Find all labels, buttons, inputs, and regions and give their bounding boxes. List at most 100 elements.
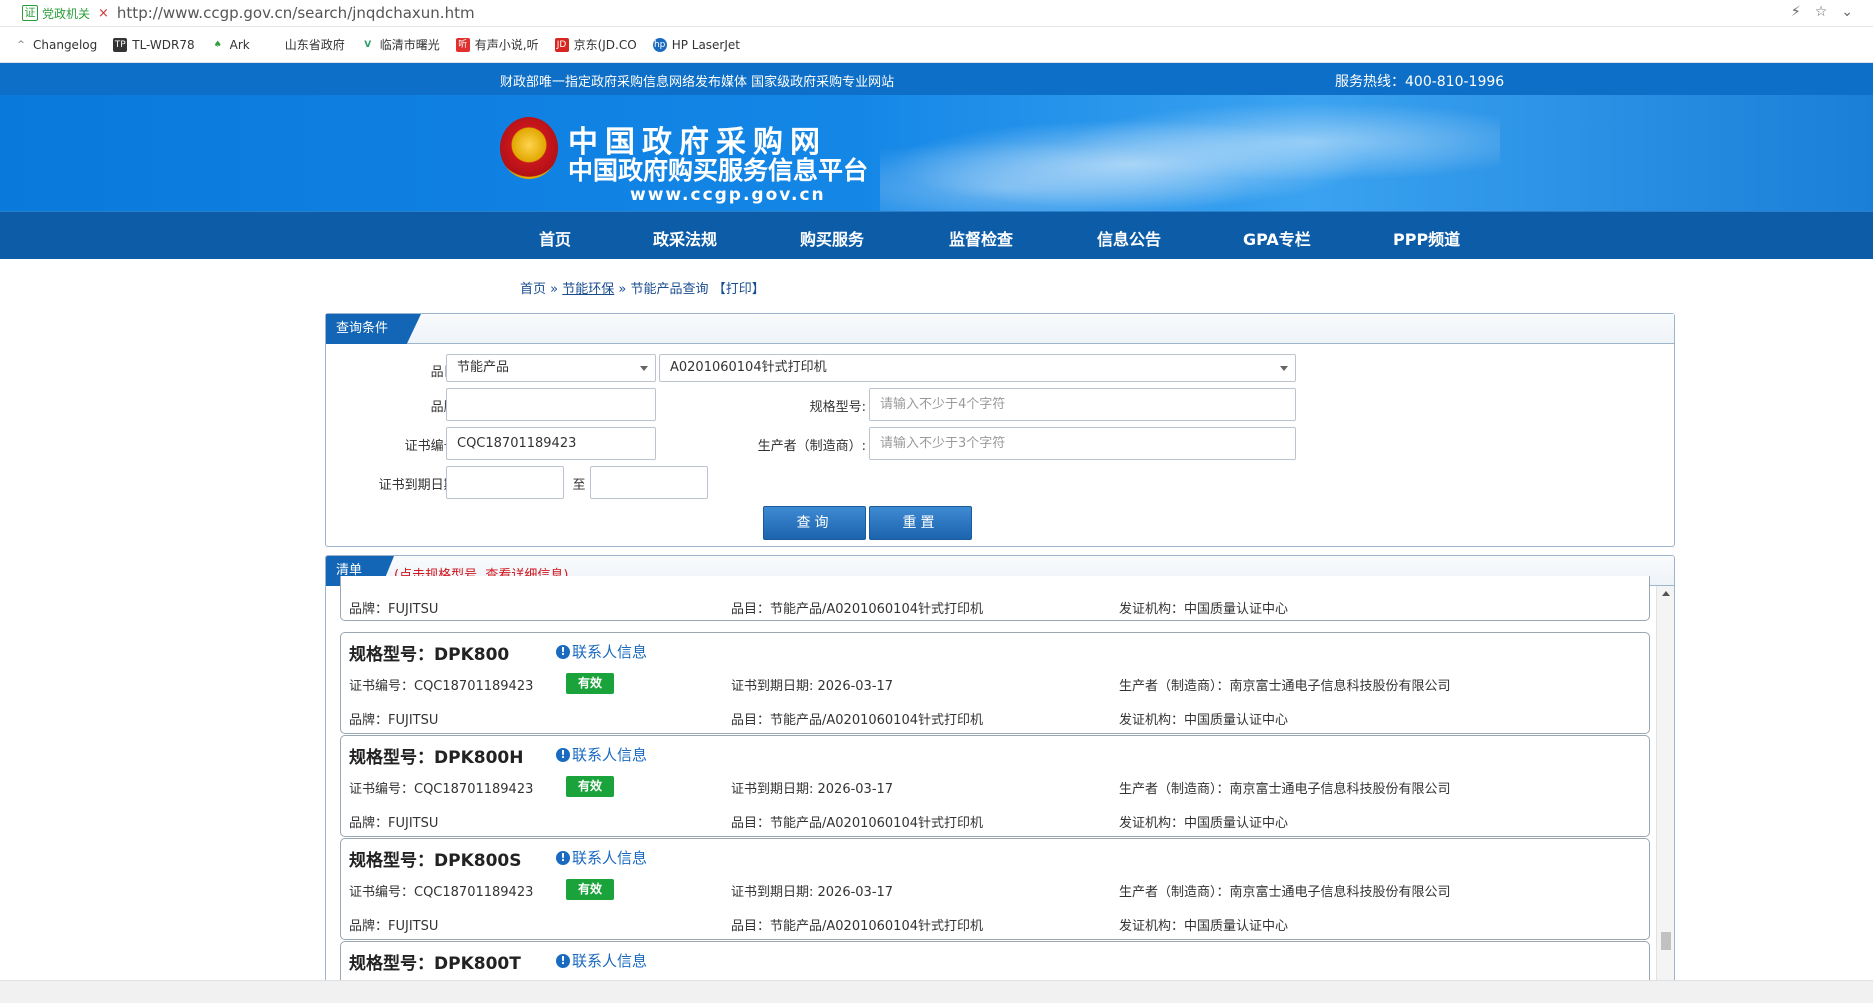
card-expiry: 证书到期日期: 2026-03-17 <box>731 782 894 797</box>
results-panel: 清单 (点击规格型号, 查看详细信息) 品牌：FUJITSU 品目：节能产品/A… <box>325 555 1675 1003</box>
card-issuer: 发证机构：中国质量认证中心 <box>1119 919 1289 934</box>
manufacturer-input[interactable]: 请输入不少于3个字符 <box>869 427 1296 460</box>
bookmark-label: 山东省政府 <box>284 38 345 52</box>
bookmark-label: 临清市曙光 <box>379 38 440 52</box>
service-hotline: 服务热线：400-810-1996 <box>1335 74 1505 90</box>
expiry-date-from-input[interactable] <box>446 466 564 499</box>
insecure-connection-icon[interactable]: × <box>98 6 109 21</box>
contact-info-link[interactable]: ! 联系人信息 <box>556 641 647 662</box>
query-conditions-tab: 查询条件 <box>326 314 421 344</box>
breadcrumb: 首页 » 节能环保 » 节能产品查询 【打印】 <box>520 278 765 297</box>
card-manufacturer: 生产者（制造商）：南京富士通电子信息科技股份有限公司 <box>1119 782 1451 797</box>
nav-ppp[interactable]: PPP频道 <box>1393 226 1460 250</box>
category-select[interactable]: 节能产品 <box>446 354 656 382</box>
gov-site-badge-label: 党政机关 <box>42 6 91 21</box>
bookmark-star-icon[interactable]: ☆ <box>1815 4 1828 20</box>
bookmark-hp[interactable]: hp HP LaserJet <box>652 37 740 52</box>
expiry-date-separator: 至 <box>572 478 586 493</box>
bookmark-label: 京东(JD.CO <box>573 38 637 52</box>
card-category: 品目：节能产品/A0201060104针式打印机 <box>731 919 983 934</box>
status-badge: 有效 <box>566 776 614 797</box>
query-panel: 查询条件 品目: 节能产品 A0201060104针式打印机 品牌: 规格型号:… <box>325 313 1675 547</box>
scroll-thumb[interactable] <box>1661 932 1671 950</box>
bookmark-linqing[interactable]: V 临清市曙光 <box>361 36 440 53</box>
status-badge: 有效 <box>566 673 614 694</box>
card-cert-number: 证书编号：CQC18701189423 <box>349 782 534 797</box>
print-link[interactable]: 【打印】 <box>713 282 765 297</box>
contact-info-link[interactable]: ! 联系人信息 <box>556 950 647 971</box>
bookmark-label: 有声小说,听 <box>474 38 539 52</box>
linqing-icon: V <box>364 39 372 50</box>
bookmark-jd[interactable]: JD 京东(JD.CO <box>554 36 637 53</box>
bookmark-label: TL-WDR78 <box>132 37 195 52</box>
model-input[interactable]: 请输入不少于4个字符 <box>869 388 1296 421</box>
card-issuer: 发证机构：中国质量认证中心 <box>1119 602 1289 617</box>
url-field[interactable]: http://www.ccgp.gov.cn/search/jnqdchaxun… <box>117 4 475 22</box>
speed-mode-icon[interactable]: ⚡ <box>1791 4 1801 20</box>
clouds-decoration <box>880 95 1500 211</box>
ark-icon: ♠ <box>213 39 222 50</box>
bookmark-audiobook[interactable]: 听有声小说,听 <box>455 36 539 53</box>
breadcrumb-energy-env[interactable]: 节能环保 <box>562 282 614 297</box>
site-banner: 中国政府采购网 中国政府购买服务信息平台 www.ccgp.gov.cn <box>0 95 1873 211</box>
breadcrumb-separator: » <box>550 282 559 297</box>
subcategory-select[interactable]: A0201060104针式打印机 <box>659 354 1296 382</box>
contact-info-link[interactable]: ! 联系人信息 <box>556 744 647 765</box>
chevron-down-icon[interactable]: ⌄ <box>1841 4 1853 20</box>
scroll-up-icon[interactable] <box>1662 591 1670 596</box>
bookmark-changelog[interactable]: ^ Changelog <box>14 38 97 52</box>
card-model-link[interactable]: 规格型号：DPK800 <box>349 640 509 665</box>
reset-button[interactable]: 重置 <box>869 506 972 540</box>
site-domain: www.ccgp.gov.cn <box>630 185 826 205</box>
nav-gpa[interactable]: GPA专栏 <box>1243 226 1311 250</box>
card-category: 品目：节能产品/A0201060104针式打印机 <box>731 602 983 617</box>
shandong-gov-icon <box>266 38 280 52</box>
manufacturer-label: 生产者（制造商）: <box>757 439 866 454</box>
card-model-link[interactable]: 规格型号：DPK800S <box>349 846 521 871</box>
card-brand: 品牌：FUJITSU <box>349 602 439 617</box>
card-expiry: 证书到期日期: 2026-03-17 <box>731 679 894 694</box>
site-subtitle: 中国政府购买服务信息平台 <box>568 156 869 185</box>
bookmark-shandong-gov[interactable]: 山东省政府 <box>266 36 345 53</box>
nav-regulations[interactable]: 政采法规 <box>653 226 717 250</box>
contact-info-label: 联系人信息 <box>572 849 648 867</box>
cert-number-input[interactable]: CQC18701189423 <box>446 427 656 460</box>
nav-home[interactable]: 首页 <box>539 226 571 250</box>
card-brand: 品牌：FUJITSU <box>349 713 439 728</box>
result-card: 规格型号：DPK800H ! 联系人信息 证书编号：CQC18701189423 … <box>340 735 1650 837</box>
site-top-strip: 财政部唯一指定政府采购信息网络发布媒体 国家级政府采购专业网站 服务热线：400… <box>0 63 1873 95</box>
contact-info-label: 联系人信息 <box>572 746 648 764</box>
browser-status-bar <box>0 980 1873 1003</box>
expiry-date-to-input[interactable] <box>590 466 708 499</box>
changelog-icon: ^ <box>17 39 25 50</box>
model-label: 规格型号: <box>809 400 866 415</box>
status-badge: 有效 <box>566 879 614 900</box>
contact-info-link[interactable]: ! 联系人信息 <box>556 847 647 868</box>
card-cert-number: 证书编号：CQC18701189423 <box>349 885 534 900</box>
results-scrollbar[interactable] <box>1656 586 1674 1002</box>
bookmarks-bar: ^ Changelog TP TL-WDR78 ♠ Ark 山东省政府 V 临清市曙光 … <box>0 27 1873 63</box>
breadcrumb-current: 节能产品查询 <box>630 282 709 297</box>
chevron-down-icon <box>1280 366 1288 371</box>
card-category: 品目：节能产品/A0201060104针式打印机 <box>731 713 983 728</box>
nav-supervision[interactable]: 监督检查 <box>949 226 1013 250</box>
bookmark-tplink[interactable]: TP TL-WDR78 <box>113 37 195 52</box>
tplink-icon: TP <box>113 37 128 52</box>
breadcrumb-home[interactable]: 首页 <box>520 282 546 297</box>
card-model-link[interactable]: 规格型号：DPK800T <box>349 949 521 974</box>
card-manufacturer: 生产者（制造商）：南京富士通电子信息科技股份有限公司 <box>1119 679 1451 694</box>
info-icon: ! <box>556 644 570 659</box>
nav-announcements[interactable]: 信息公告 <box>1097 226 1161 250</box>
contact-info-label: 联系人信息 <box>572 952 648 970</box>
nav-purchase-services[interactable]: 购买服务 <box>800 226 864 250</box>
bookmark-ark[interactable]: ♠ Ark <box>211 38 250 52</box>
result-card: 规格型号：DPK800S ! 联系人信息 证书编号：CQC18701189423 … <box>340 838 1650 940</box>
card-brand: 品牌：FUJITSU <box>349 919 439 934</box>
chevron-down-icon <box>640 366 648 371</box>
brand-input[interactable] <box>446 388 656 421</box>
card-cert-number: 证书编号：CQC18701189423 <box>349 679 534 694</box>
browser-address-bar[interactable]: 证 党政机关 × http://www.ccgp.gov.cn/search/j… <box>0 0 1873 27</box>
search-button[interactable]: 查询 <box>763 506 866 540</box>
national-emblem-icon <box>500 117 558 179</box>
card-model-link[interactable]: 规格型号：DPK800H <box>349 743 523 768</box>
